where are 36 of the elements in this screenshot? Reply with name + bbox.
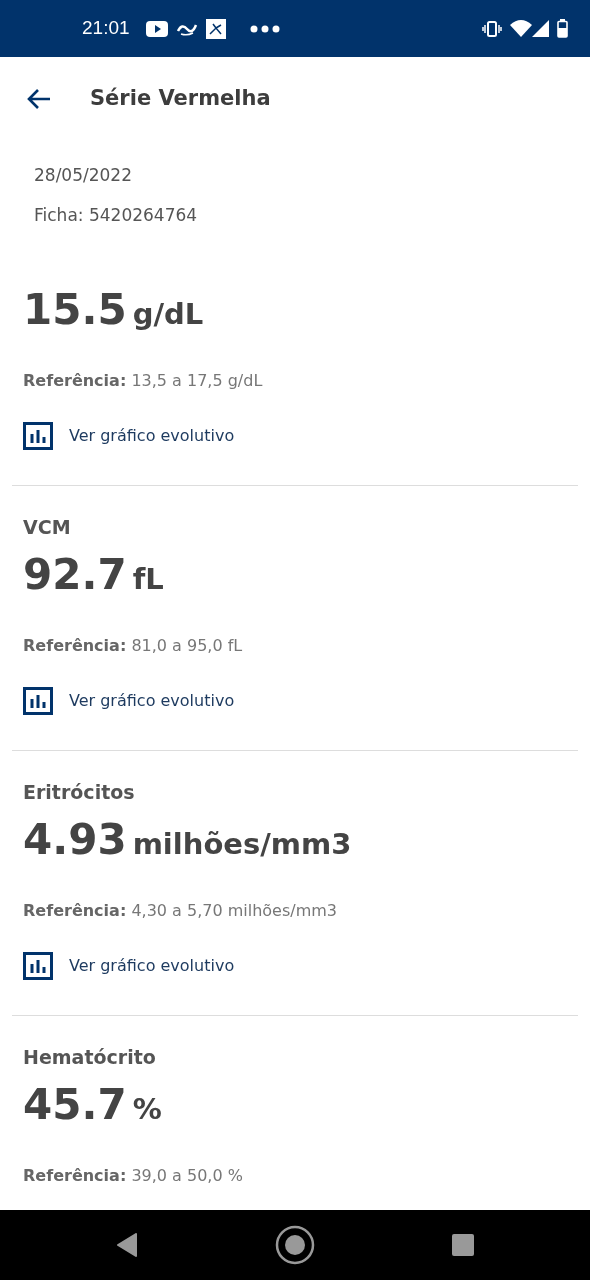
bar-chart-icon	[23, 422, 53, 450]
exam-date: 28/05/2022	[34, 164, 133, 187]
record-number: Ficha: 5420264764	[34, 204, 199, 227]
battery-icon	[557, 19, 568, 38]
result-unit: milhões/mm3	[132, 827, 352, 861]
result-value: 4.93	[23, 815, 127, 864]
reference-range: Referência: 39,0 a 50,0 %	[23, 1165, 244, 1187]
chart-link[interactable]: Ver gráfico evolutivo	[23, 421, 235, 451]
screen-title: Série Vermelha	[90, 85, 271, 112]
wifi-icon	[510, 20, 532, 37]
clock: 21:01	[82, 16, 130, 41]
result-unit: fL	[132, 562, 164, 596]
back-icon[interactable]	[116, 1233, 139, 1257]
test-name: Hematócrito	[23, 1045, 157, 1070]
test-name: Eritrócitos	[23, 780, 136, 805]
result-unit: %	[132, 1092, 162, 1126]
play-icon	[145, 20, 168, 37]
bar-chart-icon	[23, 687, 53, 715]
result-value: 45.7	[23, 1080, 127, 1129]
back-icon[interactable]	[26, 87, 52, 110]
more-icon	[249, 24, 280, 33]
result-value: 92.7	[23, 550, 127, 599]
chart-link[interactable]: Ver gráfico evolutivo	[23, 951, 235, 981]
reference-range: Referência: 81,0 a 95,0 fL	[23, 635, 244, 657]
test-name: VCM	[23, 515, 72, 540]
reference-range: Referência: 4,30 a 5,70 milhões/mm3	[23, 900, 338, 922]
app-icon	[205, 18, 226, 39]
result-value: 15.5	[23, 285, 127, 334]
result-unit: g/dL	[132, 297, 204, 331]
chart-link[interactable]: Ver gráfico evolutivo	[23, 686, 235, 716]
reference-range: Referência: 13,5 a 17,5 g/dL	[23, 370, 264, 392]
home-icon[interactable]	[275, 1225, 315, 1265]
signal-icon	[532, 20, 549, 37]
vibrate-icon	[482, 20, 502, 37]
bar-chart-icon	[23, 952, 53, 980]
recents-icon[interactable]	[451, 1234, 474, 1256]
